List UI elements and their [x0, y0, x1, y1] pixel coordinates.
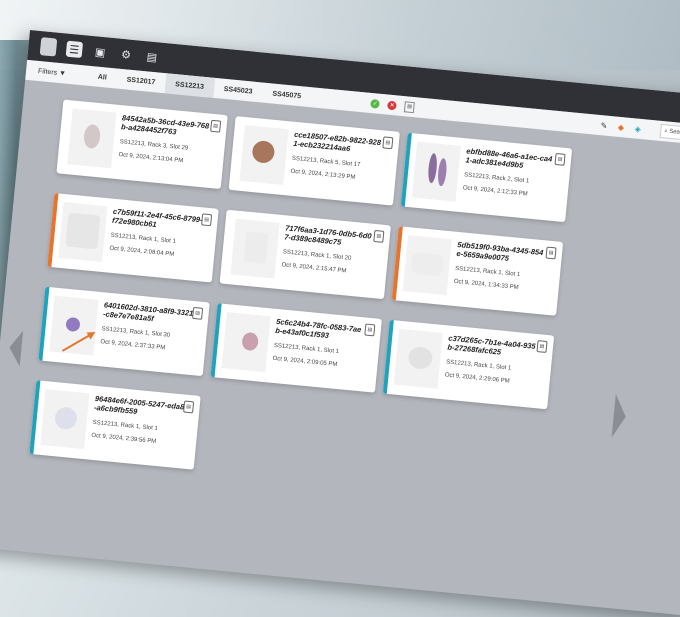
slide-thumbnail [411, 141, 461, 202]
document-icon[interactable]: ▤ [554, 152, 566, 166]
card-stripe [210, 303, 222, 378]
document-icon[interactable]: ▤ [545, 246, 557, 260]
card-date: Oct 9, 2024, 2:13:29 PM [290, 168, 356, 181]
brush-icon[interactable]: ✎ [599, 121, 609, 131]
slide-thumbnail [239, 125, 289, 185]
card-date: Oct 9, 2024, 2:29:06 PM [444, 372, 510, 385]
slide-card[interactable]: 6401602d-3810-a8f9-3321-c8e7e7e81a5f SS1… [38, 286, 210, 377]
card-id: 96484e6f-2005-5247-eda8-a6cb9fb559 [93, 393, 185, 417]
slide-card[interactable]: c7b59f11-2e4f-45c6-8799-f72e980cb61 SS12… [47, 193, 219, 283]
slide-card[interactable]: cce18507-e82b-9822-9281-ecb232214aa6 SS1… [228, 116, 400, 206]
card-stripe [382, 319, 394, 394]
cancel-icon[interactable]: ✕ [387, 100, 398, 110]
slide-thumbnail [40, 389, 90, 450]
funnel-icon: ▼ [58, 69, 67, 78]
card-id: 5db519f0-93ba-4345-854e-5659a9e0075 [456, 239, 544, 263]
card-stripe [229, 116, 240, 190]
card-stripe [220, 210, 231, 284]
card-date: Oct 9, 2024, 2:12:33 PM [462, 185, 528, 198]
card-date: Oct 9, 2024, 2:39:56 PM [91, 432, 157, 445]
card-stripe [400, 132, 412, 207]
menu-icon[interactable]: ☰ [65, 40, 84, 59]
card-date: Oct 9, 2024, 2:15:47 PM [281, 262, 347, 275]
tab-ss45075[interactable]: SS45075 [262, 83, 313, 108]
search-input[interactable]: ⌕ Search... [659, 123, 680, 146]
card-date: Oct 9, 2024, 2:08:04 PM [109, 245, 175, 258]
tab-ss12213[interactable]: SS12213 [164, 73, 215, 98]
document-icon[interactable]: ▤ [143, 48, 160, 65]
card-stripe [29, 380, 41, 455]
slide-card[interactable]: 84542a5b-36cd-43e9-768b-a4284452f763 SS1… [56, 99, 228, 190]
card-stripe [391, 226, 403, 301]
card-id: 6401602d-3810-a8f9-3321-c8e7e7e81a5f [102, 300, 194, 324]
document-icon[interactable]: ▤ [536, 340, 548, 353]
card-date: Oct 9, 2024, 2:37:33 PM [100, 339, 166, 352]
document-icon[interactable]: ▤ [192, 306, 204, 320]
tag-icon[interactable]: ◈ [633, 124, 643, 134]
card-id: 84542a5b-36cd-43e9-768b-a4284452f763 [120, 113, 210, 137]
slide-thumbnail [67, 108, 117, 169]
card-stripe [47, 193, 59, 268]
card-stripe [56, 100, 67, 174]
card-id: c37d265c-7b1e-4a04-935b-27268fafc625 [447, 333, 537, 357]
card-date: Oct 9, 2024, 1:34:33 PM [453, 278, 519, 292]
filters-label[interactable]: Filters ▼ [38, 67, 88, 79]
slide-thumbnail [49, 295, 99, 356]
slide-card[interactable]: 717f6aa3-1d76-0db5-6d07-d389c8489c75 SS1… [219, 209, 391, 300]
slide-thumbnail [221, 312, 271, 373]
tab-ss12017[interactable]: SS12017 [116, 69, 167, 94]
card-date: Oct 9, 2024, 2:09:05 PM [272, 355, 338, 368]
document-icon[interactable]: ▤ [373, 229, 385, 243]
slide-card[interactable]: ebfbd88e-46a6-a1ec-ca41-adc381e4d9b5 SS1… [400, 132, 573, 223]
previous-page-arrow[interactable] [7, 329, 24, 367]
check-icon[interactable]: ✓ [370, 98, 381, 109]
card-id: c7b59f11-2e4f-45c6-8799-f72e980cb61 [111, 206, 203, 230]
slide-thumbnail [230, 218, 280, 279]
slide-thumbnail [402, 235, 452, 296]
card-id: cce18507-e82b-9822-9281-ecb232214aa6 [292, 129, 382, 154]
next-page-arrow[interactable] [611, 393, 628, 439]
card-stripe [38, 286, 50, 361]
html-icon[interactable]: ◆ [616, 122, 626, 132]
app-logo [39, 37, 58, 57]
tab-ss45023[interactable]: SS45023 [213, 78, 264, 103]
slide-card[interactable]: 5c6c24b4-78fc-0583-7aeb-e43af0c1f593 SS1… [210, 303, 382, 393]
document-icon[interactable]: ▤ [210, 119, 222, 133]
document-icon[interactable]: ▤ [201, 213, 213, 227]
card-id: 717f6aa3-1d76-0db5-6d07-d389c8489c75 [283, 223, 372, 247]
screen-icon[interactable]: ▣ [92, 43, 109, 60]
slide-thumbnail [393, 328, 443, 389]
card-id: 5c6c24b4-78fc-0583-7aeb-e43af0c1f593 [274, 316, 362, 341]
slide-thumbnail [58, 202, 108, 262]
card-date: Oct 9, 2024, 2:13:04 PM [118, 152, 184, 165]
slide-grid: 84542a5b-36cd-43e9-768b-a4284452f763 SS1… [29, 99, 573, 503]
slide-card[interactable]: 5db519f0-93ba-4345-854e-5659a9e0075 SS12… [391, 226, 564, 316]
document-icon[interactable]: ▤ [404, 100, 416, 113]
card-id: ebfbd88e-46a6-a1ec-ca41-adc381e4d9b5 [465, 146, 553, 170]
document-icon[interactable]: ▤ [183, 400, 195, 414]
document-icon[interactable]: ▤ [382, 136, 394, 150]
gear-icon[interactable]: ⚙ [117, 46, 134, 63]
slide-card[interactable]: 96484e6f-2005-5247-eda8-a6cb9fb559 SS122… [29, 380, 201, 470]
tab-all[interactable]: All [87, 66, 118, 89]
document-icon[interactable]: ▤ [364, 323, 376, 337]
app-screen: ☰ ▣ ⚙ ▤ Filters ▼ All SS12017 SS12213 SS… [0, 30, 680, 617]
slide-card[interactable]: c37d265c-7b1e-4a04-935b-27268fafc625 SS1… [382, 319, 555, 410]
